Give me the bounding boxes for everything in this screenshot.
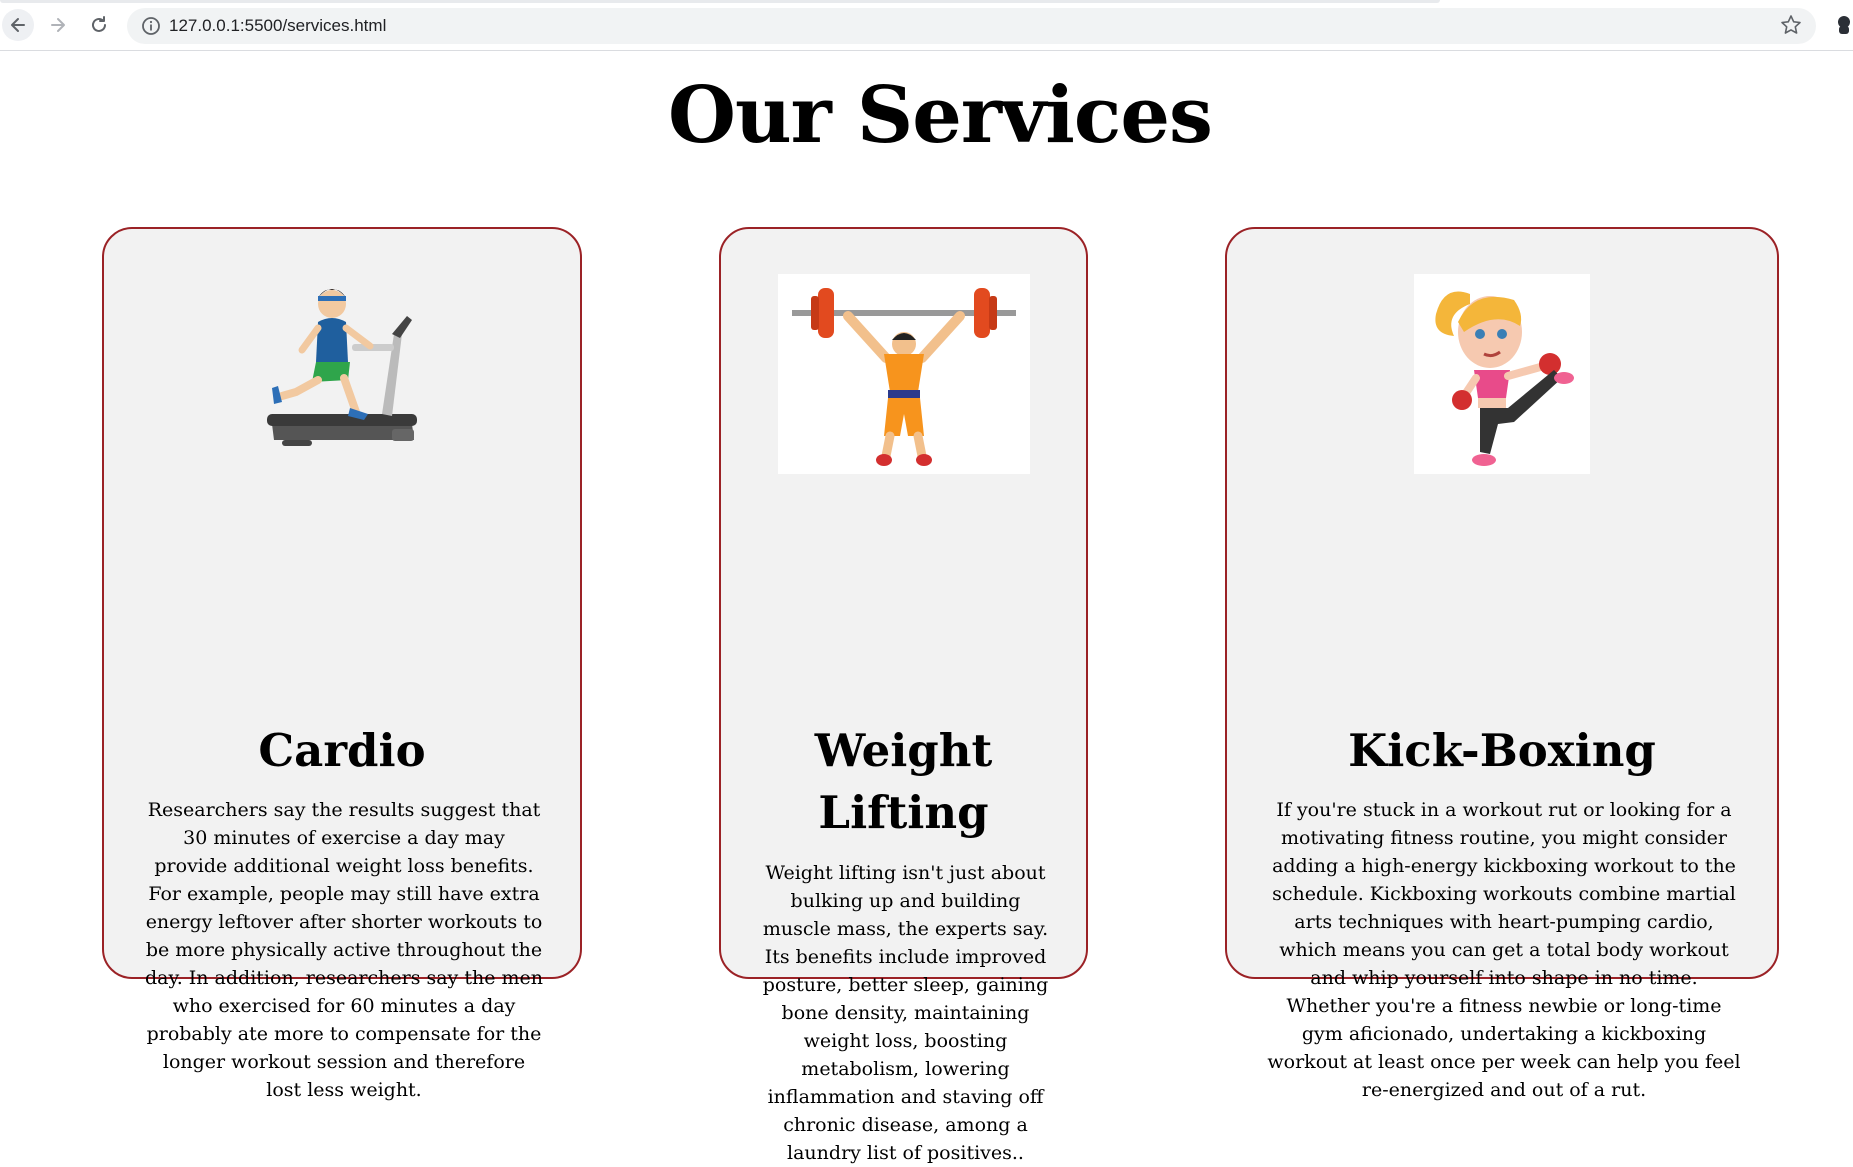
arrow-left-icon bbox=[11, 18, 25, 32]
card-title: Kick-Boxing bbox=[1348, 724, 1656, 777]
extension-icon[interactable] bbox=[1834, 14, 1853, 36]
tab-strip bbox=[0, 0, 1440, 3]
browser-toolbar: 127.0.0.1:5500/services.html bbox=[0, 0, 1853, 51]
card-description: Researchers say the results suggest that… bbox=[145, 799, 543, 1101]
weightlifter-image bbox=[777, 274, 1030, 474]
reload-button[interactable] bbox=[83, 9, 115, 41]
forward-button[interactable] bbox=[42, 9, 74, 41]
card-description: If you're stuck in a workout rut or look… bbox=[1267, 799, 1741, 1101]
url-text[interactable]: 127.0.0.1:5500/services.html bbox=[169, 8, 386, 44]
reload-icon bbox=[92, 16, 106, 32]
treadmill-runner-image bbox=[252, 274, 432, 454]
arrow-right-icon bbox=[51, 18, 65, 32]
card-title: Cardio bbox=[258, 724, 426, 777]
service-card-kick-boxing: Kick-Boxing If you're stuck in a workout… bbox=[1225, 227, 1779, 1101]
address-bar[interactable]: 127.0.0.1:5500/services.html bbox=[127, 8, 1816, 44]
page-title: Our Services bbox=[668, 70, 1213, 161]
info-icon[interactable] bbox=[141, 16, 161, 36]
service-card-weight-lifting: Weight Lifting Weight lifting isn't just… bbox=[719, 227, 1088, 1164]
card-description: Weight lifting isn't just about bulking … bbox=[762, 862, 1049, 1164]
service-card-cardio: Cardio Researchers say the results sugge… bbox=[102, 227, 582, 1101]
card-title: Weight Lifting bbox=[814, 724, 993, 839]
back-button[interactable] bbox=[2, 9, 34, 41]
kickboxer-image bbox=[1414, 274, 1590, 474]
star-icon[interactable] bbox=[1780, 14, 1802, 36]
